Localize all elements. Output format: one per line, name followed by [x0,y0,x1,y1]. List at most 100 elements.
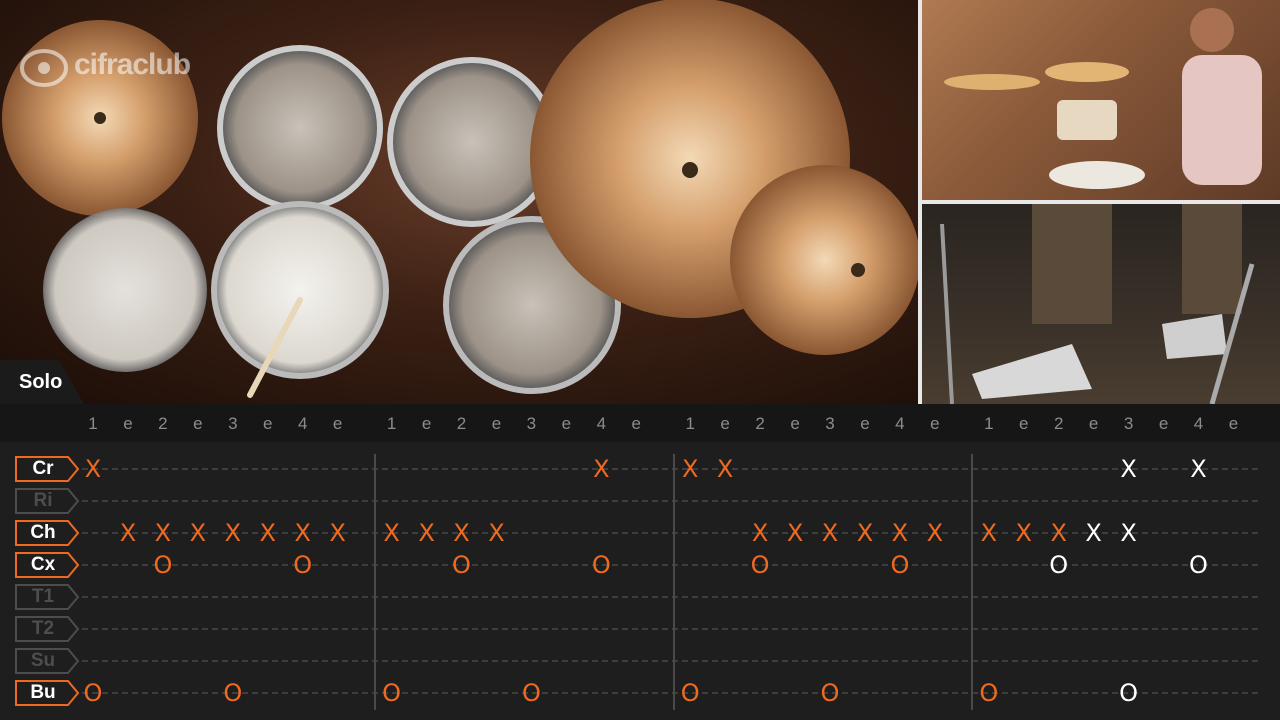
drum-label-text: Ri [33,490,53,511]
hit-o-note: O [83,679,103,707]
hit-x-note: X [681,455,699,483]
beat-count-label: 4 [596,414,607,433]
beat-count-label: 2 [1053,414,1064,433]
hit-x-note: X [453,519,470,547]
hit-x-note: X [891,519,909,547]
beat-count-label: e [790,414,800,433]
hit-x-note: X [329,519,346,547]
drum-label-cr[interactable]: Cr [14,455,80,483]
beat-count-label: e [1158,414,1169,433]
beat-count-label: 3 [1123,414,1134,433]
hit-x-note: X [980,519,998,547]
hit-x-note: X [1120,519,1137,547]
pedal-image [940,204,1255,404]
bar-line [673,454,675,710]
tab-lane [82,468,1258,470]
hit-x-note: X [786,519,804,547]
tab-lane [82,660,1258,662]
drum-label-ch[interactable]: Ch [14,519,80,547]
beat-count-label: 3 [228,414,238,433]
logo-text: cifraclub [74,48,191,81]
hit-x-note: X [856,519,874,547]
hit-x-note: X [1120,455,1137,483]
hit-x-note: X [84,455,102,483]
beat-count-label: 4 [297,414,308,433]
tab-lane [82,500,1258,502]
beat-count-label: e [491,414,502,433]
hit-o-note: O [750,551,770,579]
drum-label-t2[interactable]: T2 [14,615,80,643]
drummer-image [944,8,1262,189]
hit-o-note: O [890,551,910,579]
beat-count-label: 2 [456,414,467,433]
beat-count-label: 3 [825,414,835,433]
hit-o-note: O [1189,551,1208,579]
drum-label-ri[interactable]: Ri [14,487,80,515]
beat-count-label: e [1088,414,1099,433]
beat-count-label: 3 [526,414,537,433]
hit-o-note: O [223,679,243,707]
beat-count-label: e [332,414,343,433]
beat-count-label: e [561,414,572,433]
tab-lane [82,596,1258,598]
pedal-camera-view [922,204,1280,404]
bar-line [971,454,973,710]
hit-x-note: X [383,519,400,547]
hit-o-note: O [293,551,313,579]
hit-x-note: X [189,519,207,547]
drum-label-cx[interactable]: Cx [14,551,80,579]
hit-x-note: X [1190,455,1207,483]
hit-x-note: X [294,519,311,547]
beat-count-label: 1 [685,414,695,433]
tab-lane [82,628,1258,630]
hit-x-note: X [1085,519,1102,547]
beat-count-label: 4 [895,414,905,433]
drum-label-text: T2 [31,618,55,639]
drum-label-su[interactable]: Su [14,647,80,675]
hit-o-note: O [452,551,471,579]
hit-o-note: O [1049,551,1069,579]
hit-o-note: O [680,679,700,707]
beat-count-label: 1 [386,414,397,433]
hit-o-note: O [979,679,999,707]
beat-count-label: e [1019,414,1029,433]
drum-label-text: Cx [30,554,56,575]
hit-o-note: O [591,551,611,579]
beat-count-label: 4 [1193,414,1204,433]
section-label: Solo [19,371,63,393]
drum-label-text: T1 [31,586,55,607]
hit-x-note: X [488,519,505,547]
guitar-logo-icon [20,49,68,87]
hit-x-note: X [224,519,242,547]
beat-count-label: e [631,414,641,433]
beat-count-label: e [421,414,432,433]
hit-o-note: O [820,679,840,707]
drum-label-text: Cr [32,458,54,479]
hit-x-note: X [821,519,839,547]
drum-label-t1[interactable]: T1 [14,583,80,611]
hit-x-note: X [154,519,172,547]
hit-x-note: X [259,519,276,547]
beat-count-label: e [720,414,730,433]
tab-lane [82,564,1258,566]
beat-count-label: 2 [158,414,168,433]
video-divider-horizontal [922,200,1280,204]
hit-o-note: O [521,679,541,707]
beat-count-label: e [193,414,203,433]
beat-count-label: e [263,414,273,433]
beat-count-label: e [860,414,870,433]
beat-count-label: e [1228,414,1239,433]
drum-label-bu[interactable]: Bu [14,679,80,707]
hit-x-note: X [926,519,944,547]
hit-x-note: X [716,455,734,483]
drum-label-text: Bu [30,682,56,703]
beat-count-label: 2 [755,414,765,433]
hit-x-note: X [119,519,137,547]
beat-count-label: 1 [88,414,98,433]
drummer-side-camera-view [922,0,1280,200]
hit-x-note: X [751,519,769,547]
drum-tab [0,442,1280,720]
drum-label-text: Su [30,650,56,671]
bar-line [374,454,376,710]
hit-x-note: X [418,519,435,547]
